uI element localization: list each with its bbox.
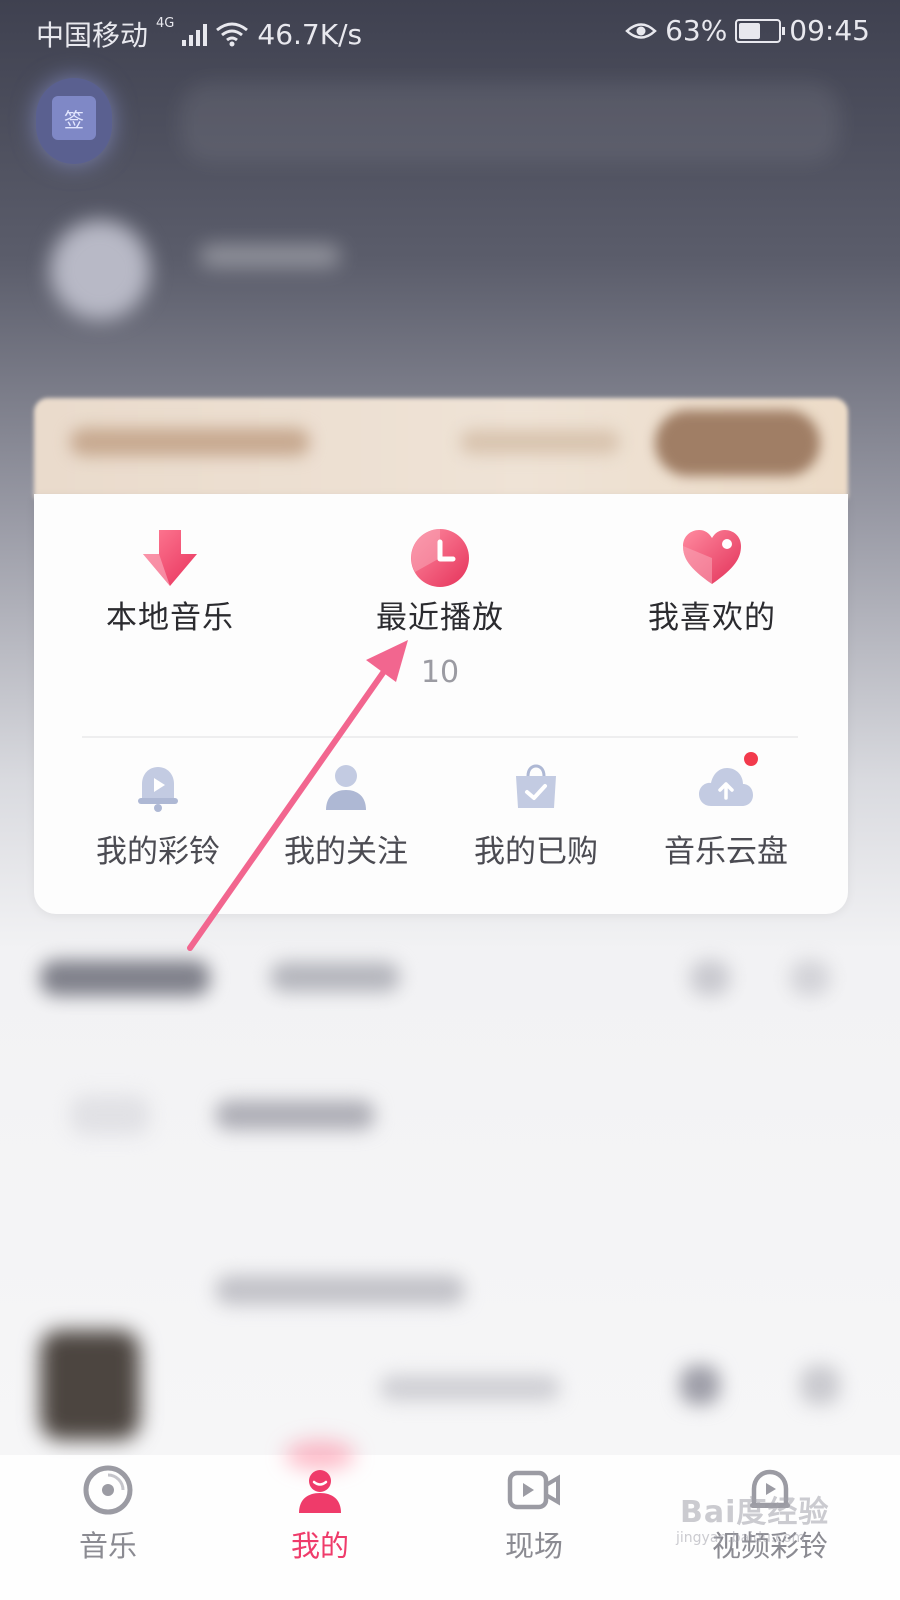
blurred-list-tab[interactable] [270,962,400,992]
heart-icon [683,530,741,584]
network-type: 4G [156,16,175,31]
clock-time: 09:45 [789,14,870,47]
my-purchased-item[interactable]: 我的已购 [446,762,626,871]
tab-music-label: 音乐 [78,1529,137,1563]
status-left: 中国移动 4G 46.7K/s [36,14,362,54]
local-music-tile[interactable]: 本地音乐 [90,528,250,637]
blurred-username [200,245,340,267]
blurred-list-tab[interactable] [40,960,210,996]
cloud-drive-label: 音乐云盘 [664,834,788,870]
avatar[interactable] [50,220,150,320]
vip-open-button[interactable] [655,410,820,476]
battery-icon [735,18,786,43]
network-speed: 46.7K/s [257,17,363,51]
my-follows-item[interactable]: 我的关注 [256,762,436,871]
video-camera-icon [507,1470,560,1510]
status-right: 63% 09:45 [625,14,870,47]
signal-icon [182,22,208,46]
watermark-subtext: jingyan.baidu.com [676,1530,806,1546]
blurred-list-item-icon [70,1095,150,1135]
blurred-list-item-title[interactable] [215,1100,375,1130]
blurred-player-button[interactable] [680,1365,720,1405]
my-ringtone-label: 我的彩铃 [96,834,220,870]
status-bar: 中国移动 4G 46.7K/s 63% 09:45 [0,0,900,62]
tab-music[interactable]: 音乐 [48,1465,168,1565]
recent-play-tile[interactable]: 最近播放 10 [360,528,520,690]
eye-icon [625,22,657,39]
tab-mine-label: 我的 [290,1529,349,1563]
battery-percent: 63% [665,14,728,47]
cloud-drive-badge [744,752,758,766]
cloud-drive-item[interactable]: 音乐云盘 [636,762,816,871]
blurred-player-button[interactable] [800,1365,840,1405]
watermark: Bai度经验 [680,1495,830,1530]
vip-banner-subtext [460,430,620,454]
shopping-bag-check-icon [516,764,556,808]
vip-banner-text [70,428,310,456]
tab-mine[interactable]: 我的 [260,1465,380,1565]
local-music-label: 本地音乐 [106,600,234,636]
bell-play-icon [138,767,178,812]
tab-live-label: 现场 [504,1529,563,1563]
my-ringtone-item[interactable]: 我的彩铃 [68,762,248,871]
person-icon [326,765,366,810]
blurred-list-icon[interactable] [690,960,730,996]
download-arrow-icon [143,530,197,586]
blurred-thumbnail[interactable] [40,1330,140,1440]
calendar-icon: 签 [52,96,96,140]
blurred-list-item-title[interactable] [215,1275,465,1305]
my-purchased-label: 我的已购 [474,834,598,870]
favorites-label: 我喜欢的 [648,600,776,636]
tab-live[interactable]: 现场 [474,1465,594,1565]
favorites-tile[interactable]: 我喜欢的 [632,528,792,637]
cloud-upload-icon [699,768,753,806]
music-disc-icon [83,1465,133,1515]
clock-icon [411,529,469,587]
my-follows-label: 我的关注 [284,834,408,870]
user-icon [299,1470,341,1513]
recent-play-label: 最近播放 [376,600,504,636]
checkin-button[interactable]: 签 [36,78,112,164]
card-divider [82,736,798,738]
blurred-search-area [180,82,840,162]
blurred-list-icon[interactable] [790,960,830,996]
wifi-icon [216,22,249,47]
carrier-name: 中国移动 [36,19,149,52]
recent-play-count: 10 [420,655,460,690]
blurred-player-text [380,1375,560,1401]
